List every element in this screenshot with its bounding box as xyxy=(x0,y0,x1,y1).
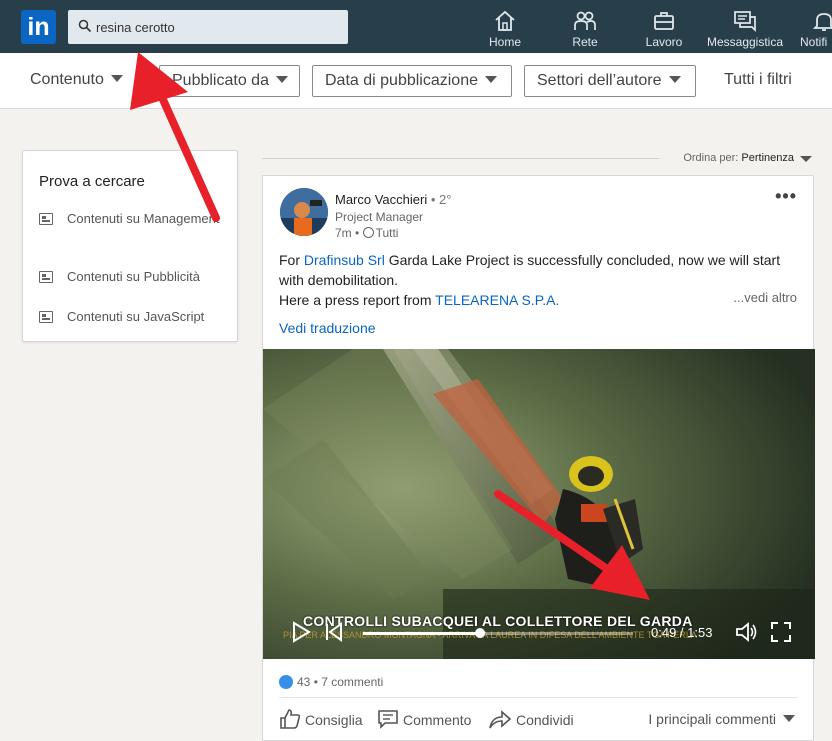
nav-messaging[interactable]: Messaggistica xyxy=(704,0,786,53)
network-icon xyxy=(574,11,596,30)
comment-label: Commento xyxy=(403,712,472,728)
nav-home-label: Home xyxy=(488,35,521,49)
filter-date[interactable]: Data di pubblicazione xyxy=(312,65,512,97)
nav-notifications-label: Notifi xyxy=(800,35,828,49)
video-controls: 0:49 / 1:53 xyxy=(263,615,815,651)
fullscreen-icon[interactable] xyxy=(770,621,792,643)
top-nav: in Home Rete Lavoro Messaggistica Notifi xyxy=(0,0,832,53)
mention-link[interactable]: TELEARENA S.P.A. xyxy=(435,292,559,308)
like-button[interactable]: Consiglia xyxy=(279,708,363,730)
post-meta: 7m • Tutti xyxy=(335,226,398,240)
comments-count: • 7 commenti xyxy=(313,675,384,689)
search-bar[interactable] xyxy=(68,10,348,44)
search-icon xyxy=(78,19,92,33)
comment-button[interactable]: Commento xyxy=(377,708,471,730)
chevron-down-icon xyxy=(668,76,681,83)
share-label: Condividi xyxy=(516,712,574,728)
divider xyxy=(262,158,659,159)
author-name[interactable]: Marco Vacchieri xyxy=(335,192,427,207)
video-progress-fill xyxy=(363,632,481,635)
play-icon[interactable] xyxy=(291,621,311,643)
filter-author-industry-label: Settori dell’autore xyxy=(537,72,662,89)
video-player[interactable]: CONTROLLI SUBACQUEI AL COLLETTORE DEL GA… xyxy=(263,349,815,659)
sort-label: Ordina per: xyxy=(683,152,739,164)
filter-content-label: Contenuto xyxy=(30,71,104,88)
sort-dropdown[interactable]: Ordina per: Pertinenza xyxy=(683,152,794,164)
bell-icon xyxy=(812,13,832,31)
share-icon xyxy=(489,710,512,729)
post-visibility: Tutti xyxy=(375,226,399,240)
suggestion-label: Contenuti su Pubblicità xyxy=(67,269,200,284)
suggestions-title: Prova a cercare xyxy=(39,173,145,190)
nav-home[interactable]: Home xyxy=(478,0,532,53)
filter-bar: Contenuto Pubblicato da Data di pubblica… xyxy=(0,53,832,109)
all-filters-button[interactable]: Tutti i filtri xyxy=(712,65,804,97)
search-input[interactable] xyxy=(96,16,336,38)
divider xyxy=(279,697,797,698)
comment-icon xyxy=(378,710,398,729)
post-author[interactable]: Marco Vacchieri • 2° xyxy=(335,192,451,207)
nav-network-label: Rete xyxy=(572,35,598,49)
author-headline: Project Manager xyxy=(335,210,424,224)
share-button[interactable]: Condividi xyxy=(488,708,574,730)
briefcase-icon xyxy=(654,12,674,30)
linkedin-logo[interactable]: in xyxy=(21,10,56,44)
filter-date-label: Data di pubblicazione xyxy=(325,72,478,89)
messaging-icon xyxy=(734,11,756,33)
filter-published-by[interactable]: Pubblicato da xyxy=(159,65,300,97)
globe-icon xyxy=(362,227,374,238)
mention-link[interactable]: Drafinsub Srl xyxy=(304,252,385,268)
post-time: 7m • xyxy=(335,226,360,240)
chevron-down-icon[interactable] xyxy=(800,156,812,162)
likes-count: 43 xyxy=(297,675,311,689)
volume-icon[interactable] xyxy=(735,621,759,643)
see-more-link[interactable]: ...vedi altro xyxy=(733,290,797,305)
video-time: 0:49 / 1:53 xyxy=(651,625,713,640)
nav-jobs[interactable]: Lavoro xyxy=(637,0,691,53)
chevron-down-icon xyxy=(485,76,497,83)
previous-icon[interactable] xyxy=(324,621,344,643)
nav-network[interactable]: Rete xyxy=(558,0,612,53)
thumbs-up-icon xyxy=(280,709,301,729)
social-counts[interactable]: 43 • 7 commenti xyxy=(279,675,383,689)
feed-post: Marco Vacchieri • 2° Project Manager 7m … xyxy=(262,175,815,741)
sort-value: Pertinenza xyxy=(741,152,794,164)
article-icon xyxy=(39,213,53,225)
suggestion-item[interactable]: Contenuti su Management xyxy=(39,209,229,249)
filter-author-industry[interactable]: Settori dell’autore xyxy=(524,65,696,97)
nav-jobs-label: Lavoro xyxy=(645,35,683,49)
suggestion-label: Contenuti su Management xyxy=(67,211,220,226)
article-icon xyxy=(39,271,53,283)
connection-degree: • 2° xyxy=(430,192,452,207)
chevron-down-icon xyxy=(110,75,123,82)
post-text-part: For xyxy=(279,252,304,268)
chevron-down-icon xyxy=(275,76,288,83)
like-icon xyxy=(279,675,293,689)
avatar[interactable] xyxy=(280,188,328,236)
filter-published-by-label: Pubblicato da xyxy=(172,72,269,89)
sort-row: Ordina per: Pertinenza xyxy=(262,152,814,166)
like-label: Consiglia xyxy=(305,712,363,728)
video-progress-bar[interactable] xyxy=(363,628,633,638)
avatar-image xyxy=(280,188,328,236)
article-icon xyxy=(39,311,53,323)
translate-link[interactable]: Vedi traduzione xyxy=(279,320,376,336)
suggestion-item[interactable]: Contenuti su JavaScript xyxy=(39,307,229,327)
suggestion-item[interactable]: Contenuti su Pubblicità xyxy=(39,267,229,287)
comments-sort-label: I principali commenti xyxy=(648,711,776,727)
search-suggestions-card: Prova a cercare Contenuti su Management … xyxy=(22,150,238,342)
comments-sort-dropdown[interactable]: I principali commenti xyxy=(648,711,795,727)
home-icon xyxy=(495,10,515,31)
suggestion-label: Contenuti su JavaScript xyxy=(67,309,205,324)
filter-content[interactable]: Contenuto xyxy=(18,65,135,97)
post-text: For Drafinsub Srl Garda Lake Project is … xyxy=(279,250,803,310)
video-progress-handle[interactable] xyxy=(475,628,486,638)
more-options-icon[interactable]: ••• xyxy=(775,186,797,207)
nav-messaging-label: Messaggistica xyxy=(706,35,784,49)
chevron-down-icon xyxy=(783,715,795,722)
nav-notifications[interactable]: Notifi xyxy=(798,0,832,53)
post-text-part: Here a press report from xyxy=(279,292,436,308)
